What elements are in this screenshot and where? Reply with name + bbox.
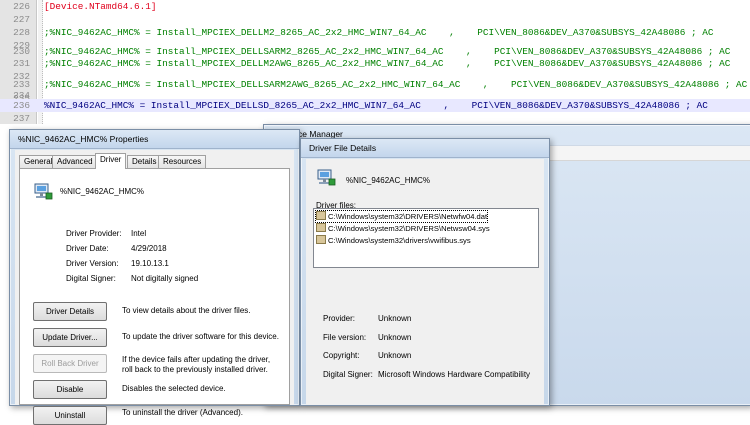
line-text: ;%NIC_9462AC_HMC% = Install_MPCIEX_DELLM…: [44, 58, 731, 69]
file-digital-signer-label: Digital Signer:: [323, 370, 373, 379]
file-item[interactable]: C:\Windows\system32\DRIVERS\Netwfw04.dat: [314, 210, 489, 223]
file-icon: [316, 211, 326, 220]
roll-back-driver-desc: If the device fails after updating the d…: [122, 355, 271, 374]
driver-date-value: 4/29/2018: [131, 244, 167, 253]
file-item[interactable]: C:\Windows\system32\drivers\vwifibus.sys: [316, 235, 471, 246]
network-adapter-icon: [316, 169, 336, 187]
line-number: 231: [13, 58, 30, 69]
editor-line[interactable]: 226 [Device.NTamd64.6.1]: [0, 0, 750, 13]
file-item[interactable]: C:\Windows\system32\DRIVERS\Netwsw04.sys: [316, 223, 490, 234]
line-text: ;%NIC_9462AC_HMC% = Install_MPCIEX_DELLM…: [44, 27, 714, 38]
provider-value: Unknown: [378, 314, 412, 323]
driver-provider-value: Intel: [131, 229, 147, 238]
driver-details-desc: To view details about the driver files.: [122, 306, 251, 315]
copyright-label: Copyright:: [323, 351, 360, 360]
editor-line[interactable]: 237: [0, 112, 750, 124]
device-name: %NIC_9462AC_HMC%: [346, 176, 431, 185]
line-number: 236: [13, 100, 30, 111]
disable-button[interactable]: Disable: [33, 380, 107, 399]
file-path: C:\Windows\system32\drivers\vwifibus.sys: [328, 236, 471, 245]
tab-advanced[interactable]: Advanced: [52, 155, 98, 168]
driver-details-button[interactable]: Driver Details: [33, 302, 107, 321]
driver-file-details-body: %NIC_9462AC_HMC% Driver files: C:\Window…: [306, 159, 544, 405]
update-driver-button[interactable]: Update Driver...: [33, 328, 107, 347]
line-number: 227: [13, 14, 30, 25]
tab-details[interactable]: Details: [127, 155, 162, 168]
code-editor[interactable]: 226 [Device.NTamd64.6.1] 227 228 ;%NIC_946…: [0, 0, 750, 124]
tab-resources[interactable]: Resources: [158, 155, 207, 168]
properties-body: General Advanced Driver Details Resource…: [15, 150, 294, 425]
properties-title: %NIC_9462AC_HMC% Properties: [10, 130, 299, 149]
file-icon: [316, 235, 326, 244]
line-number: 237: [13, 113, 30, 124]
uninstall-desc: To uninstall the driver (Advanced).: [122, 408, 243, 417]
tab-driver[interactable]: Driver: [95, 153, 127, 169]
editor-current-line[interactable]: 236 %NIC_9462AC_HMC% = Install_MPCIEX_DEL…: [0, 99, 750, 112]
device-name: %NIC_9462AC_HMC%: [60, 187, 145, 196]
copyright-value: Unknown: [378, 351, 412, 360]
digital-signer-label: Digital Signer:: [66, 274, 116, 283]
editor-line[interactable]: 228 ;%NIC_9462AC_HMC% = Install_MPCIEX_DE…: [0, 26, 750, 39]
line-text: [Device.NTamd64.6.1]: [44, 1, 157, 12]
disable-desc: Disables the selected device.: [122, 384, 226, 393]
file-icon: [316, 223, 326, 232]
driver-version-value: 19.10.13.1: [131, 259, 169, 268]
driver-tab-panel: %NIC_9462AC_HMC% Driver Provider: Intel …: [19, 168, 290, 425]
line-number: 228: [13, 27, 30, 38]
file-path: C:\Windows\system32\DRIVERS\Netwfw04.dat: [328, 212, 488, 221]
driver-date-label: Driver Date:: [66, 244, 109, 253]
driver-provider-label: Driver Provider:: [66, 229, 122, 238]
update-driver-desc: To update the driver software for this d…: [122, 332, 279, 341]
provider-label: Provider:: [323, 314, 356, 323]
file-version-label: File version:: [323, 333, 367, 342]
driver-file-details-dialog[interactable]: Driver File Details %NIC_9462AC_HMC% Dri…: [300, 138, 550, 406]
file-digital-signer-value: Microsoft Windows Hardware Compatibility: [378, 370, 531, 379]
editor-line[interactable]: 227: [0, 13, 750, 26]
line-number: 226: [13, 1, 30, 12]
driver-file-details-title: Driver File Details: [301, 139, 549, 158]
driver-files-list[interactable]: C:\Windows\system32\DRIVERS\Netwfw04.dat…: [313, 208, 539, 268]
roll-back-driver-button[interactable]: Roll Back Driver: [33, 354, 107, 373]
properties-dialog[interactable]: %NIC_9462AC_HMC% Properties General Adva…: [9, 129, 300, 425]
uninstall-button[interactable]: Uninstall: [33, 406, 107, 425]
editor-line[interactable]: 231 ;%NIC_9462AC_HMC% = Install_MPCIEX_DE…: [0, 57, 750, 70]
network-adapter-icon: [33, 183, 53, 201]
file-path: C:\Windows\system32\DRIVERS\Netwsw04.sys: [328, 224, 490, 233]
digital-signer-value: Not digitally signed: [131, 274, 199, 283]
line-text: %NIC_9462AC_HMC% = Install_MPCIEX_DELLSD…: [44, 100, 708, 111]
driver-version-label: Driver Version:: [66, 259, 119, 268]
file-version-value: Unknown: [378, 333, 412, 342]
